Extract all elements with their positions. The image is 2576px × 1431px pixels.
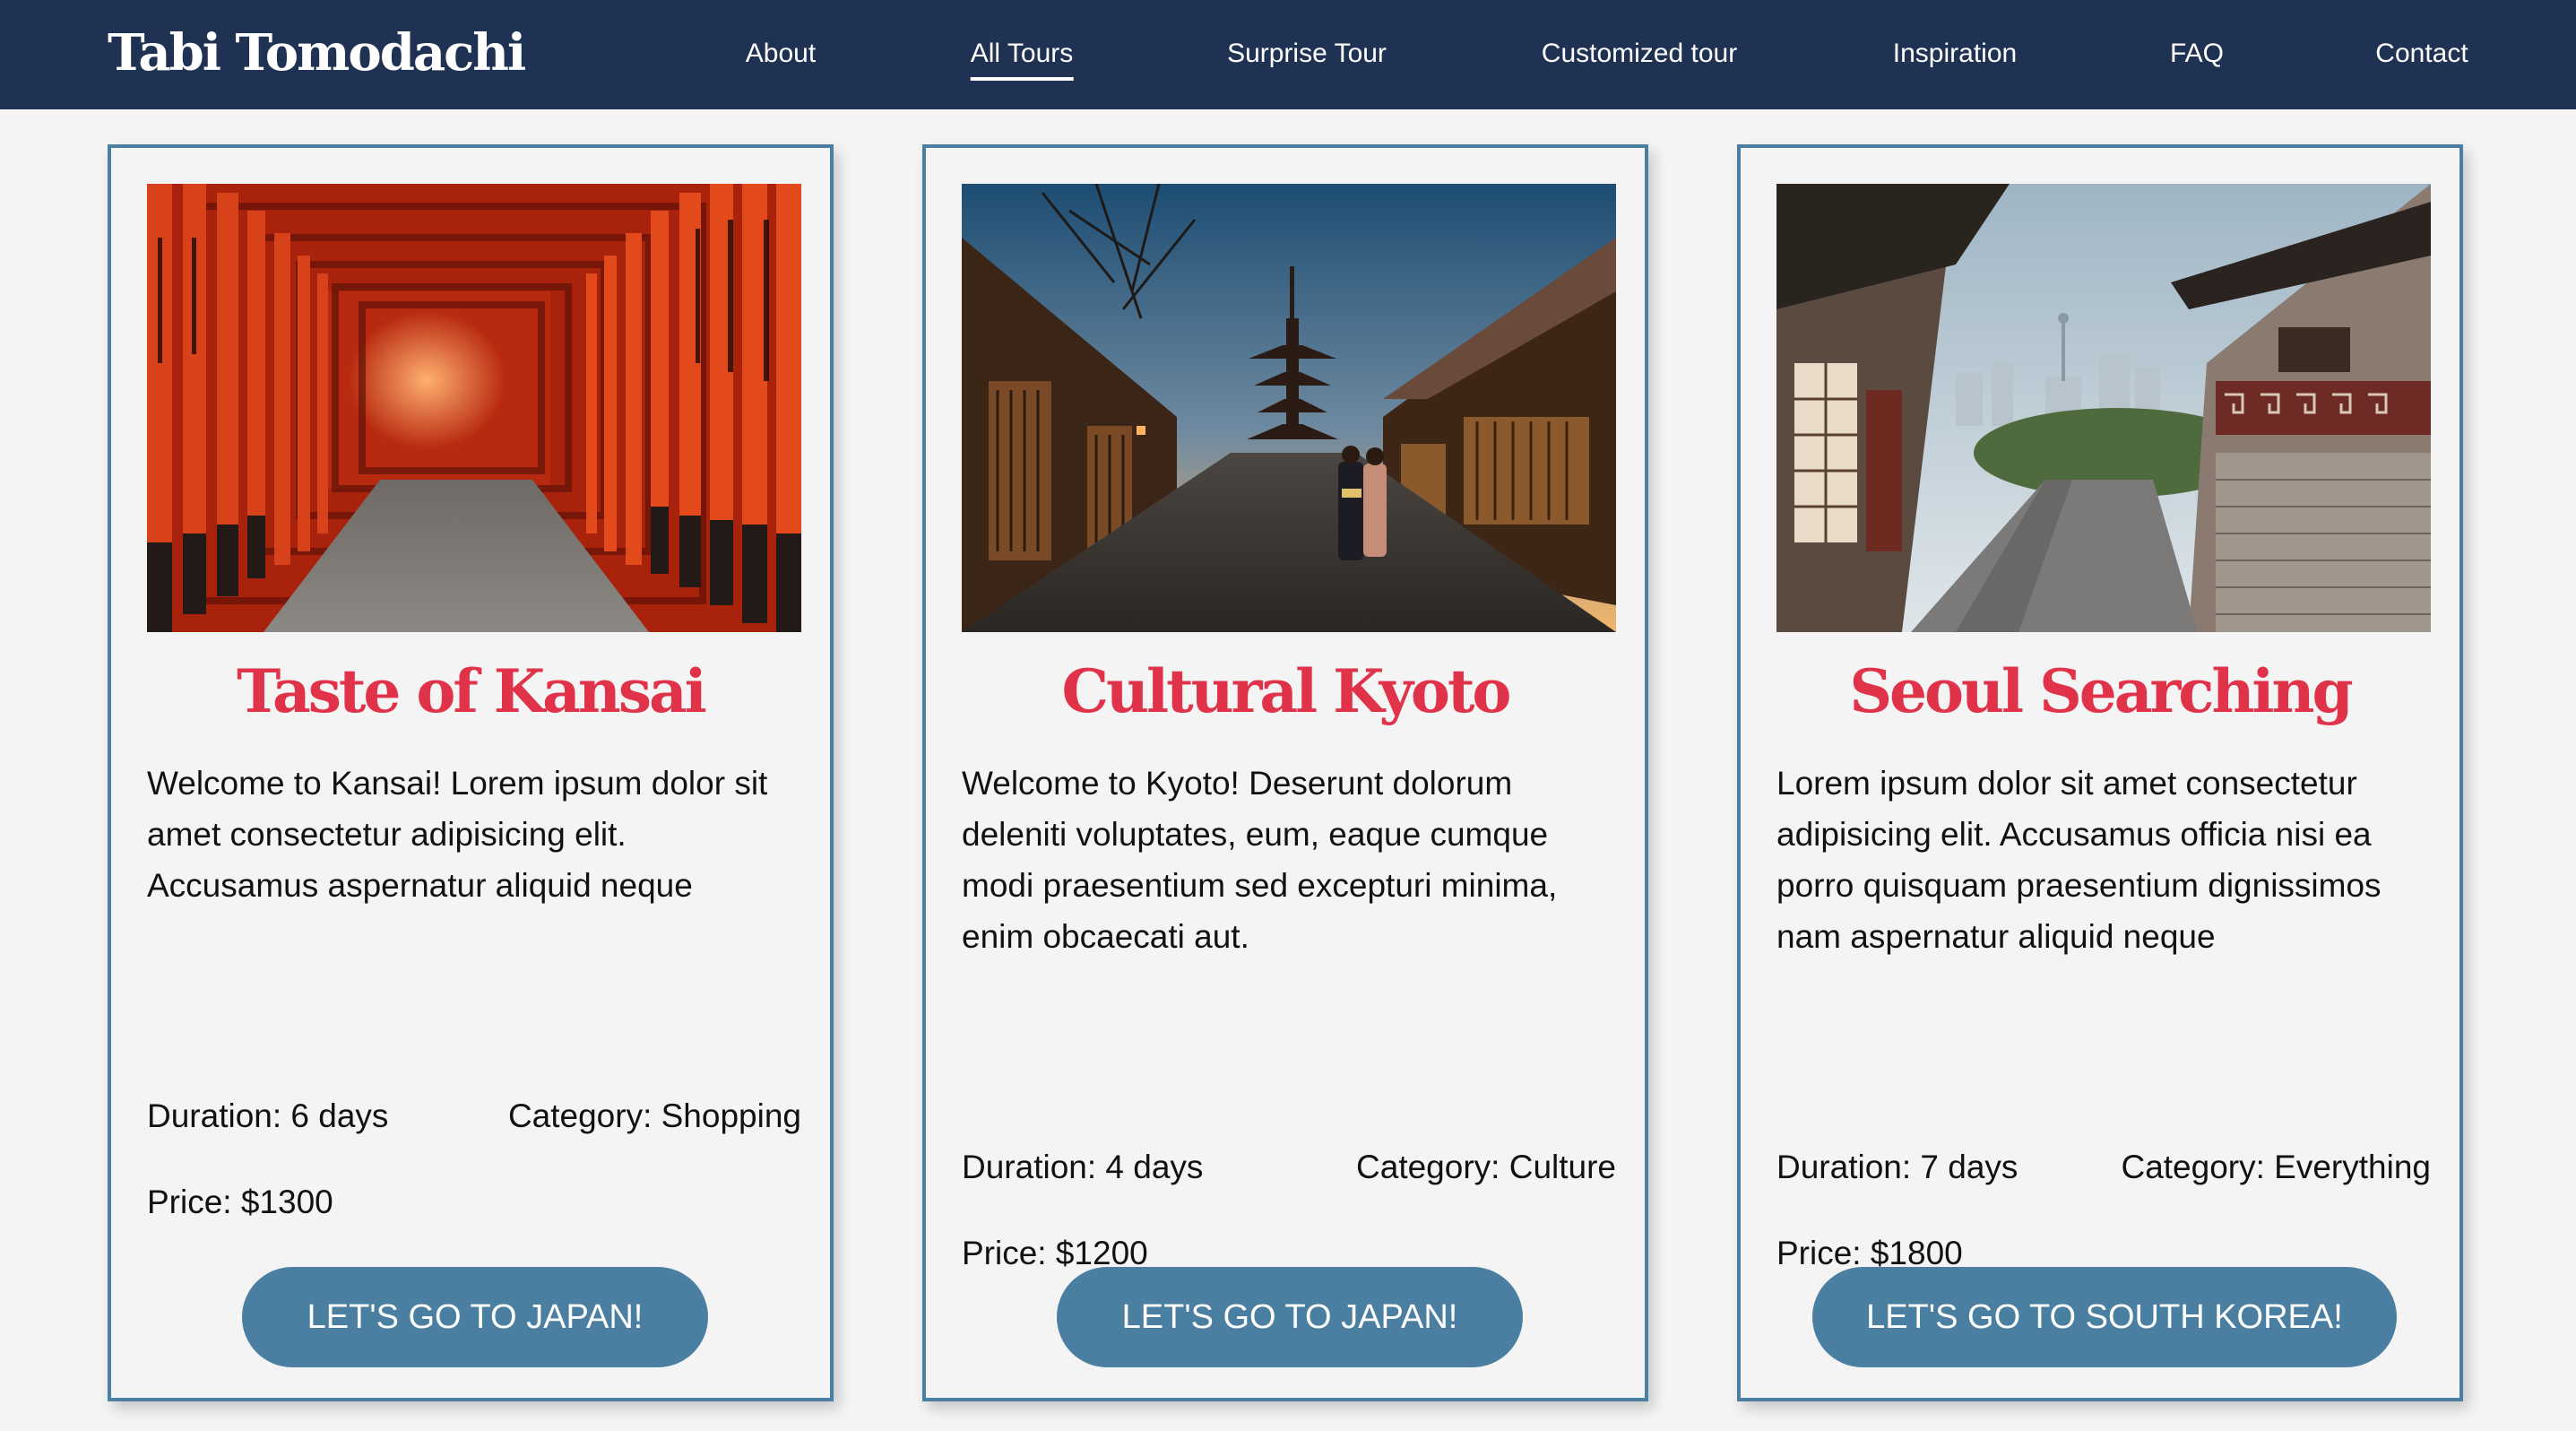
tour-meta-row: Duration: 7 days Category: Everything [1776,1142,2431,1192]
nav-about[interactable]: About [746,34,816,74]
cta-button-japan[interactable]: LET'S GO TO JAPAN! [242,1267,708,1367]
nav-faq[interactable]: FAQ [2170,34,2224,74]
nav-contact[interactable]: Contact [2375,34,2468,74]
tour-card-seoul: Seoul Searching Lorem ipsum dolor sit am… [1737,144,2463,1401]
tour-image-kyoto-street [962,184,1616,632]
cta-button-japan[interactable]: LET'S GO TO JAPAN! [1057,1267,1523,1367]
tour-category: Category: Everything [2121,1149,2431,1185]
tour-card-kyoto: Cultural Kyoto Welcome to Kyoto! Deserun… [922,144,1648,1401]
tour-card-kansai: Taste of Kansai Welcome to Kansai! Lorem… [108,144,834,1401]
tour-image-seoul-alley [1776,184,2431,632]
tour-description: Lorem ipsum dolor sit amet consectetur a… [1776,765,2382,955]
tour-duration: Duration: 6 days [147,1097,389,1134]
cta-button-south-korea[interactable]: LET'S GO TO SOUTH KOREA! [1812,1267,2397,1367]
tour-title: Seoul Searching [1849,656,2353,726]
tour-title: Taste of Kansai [237,656,707,726]
tour-price: Price: $1300 [147,1184,333,1220]
tour-image-torii-tunnel [147,184,801,632]
tour-meta-row: Duration: 6 days Category: Shopping [147,1091,801,1141]
nav-customized-tour[interactable]: Customized tour [1542,34,1737,74]
tour-meta-row: Duration: 4 days Category: Culture [962,1142,1616,1192]
tour-category: Category: Shopping [507,1097,801,1134]
tour-description: Welcome to Kansai! Lorem ipsum dolor sit… [147,765,768,904]
tour-category: Category: Culture [1356,1149,1616,1185]
brand-logo[interactable]: Tabi Tomodachi [108,22,526,84]
nav-inspiration[interactable]: Inspiration [1893,34,2017,74]
tour-description: Welcome to Kyoto! Deserunt dolorum delen… [962,765,1558,955]
nav-surprise-tour[interactable]: Surprise Tour [1227,34,1387,74]
tour-title: Cultural Kyoto [1061,656,1512,726]
nav-all-tours[interactable]: All Tours [970,34,1073,81]
tour-duration: Duration: 7 days [1776,1149,2018,1185]
top-navbar: Tabi Tomodachi About All Tours Surprise … [0,0,2576,109]
tour-duration: Duration: 4 days [962,1149,1204,1185]
